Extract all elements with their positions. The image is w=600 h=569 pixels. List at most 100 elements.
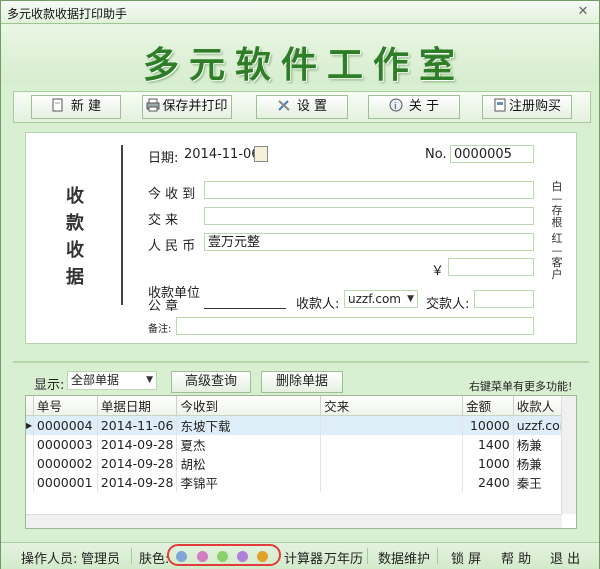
table-cell: 胡松 <box>176 454 322 473</box>
receipt-form: 收款收据 日期: 2014-11-06 No. 0000005 今 收 到 交 … <box>25 132 577 344</box>
table-cell: 0000004 <box>33 415 98 435</box>
table-row[interactable]: 0000002 2014-09-28 胡松 1000 杨兼 <box>26 454 576 473</box>
column-header[interactable]: 单号 <box>33 396 98 416</box>
receive-from-label: 今 收 到 <box>148 187 196 202</box>
horizontal-scrollbar[interactable] <box>26 514 562 528</box>
close-icon[interactable]: ✕ <box>573 3 593 20</box>
lock-screen-button[interactable]: 锁 屏 <box>451 548 481 567</box>
table-cell: 1000 <box>462 454 514 473</box>
status-bar: 操作人员: 管理员 肤色: 计算器 万年历 数据维护 锁 屏 帮 助 退 出 <box>1 542 599 569</box>
table-cell: 2014-09-28 <box>97 435 178 454</box>
toolbar: 新 建 保存并打印 设 置 i 关 于 注册购买 <box>13 91 591 123</box>
exit-button[interactable]: 退 出 <box>550 548 580 567</box>
no-label: No. <box>425 147 447 162</box>
window-title: 多元收款收据打印助手 <box>7 7 128 21</box>
advanced-query-button[interactable]: 高级查询 <box>171 371 251 393</box>
display-label: 显示: <box>34 378 65 393</box>
rmb-label: 人 民 币 <box>148 239 196 254</box>
settings-button[interactable]: 设 置 <box>256 95 348 119</box>
settings-label: 设 置 <box>296 99 328 114</box>
main-window: 多元收款收据打印助手 ✕ 多元软件工作室 新 建 保存并打印 设 置 i 关 于 … <box>0 0 600 569</box>
table-cell: 2400 <box>462 473 514 492</box>
printer-icon <box>146 98 160 112</box>
receipt-heading: 收款收据 <box>66 186 84 288</box>
table-cell: 0000003 <box>33 435 98 454</box>
divider <box>367 548 368 564</box>
rmb-uppercase-field[interactable]: 壹万元整 <box>204 233 534 251</box>
new-document-icon <box>51 98 65 112</box>
title-bar: 多元收款收据打印助手 ✕ <box>1 1 599 24</box>
calendar-icon[interactable] <box>254 146 268 162</box>
side-note-red: 红—客户 <box>551 232 563 281</box>
column-header[interactable]: 交来 <box>320 396 464 416</box>
chevron-down-icon: ▼ <box>407 294 414 304</box>
register-label: 注册购买 <box>508 99 561 114</box>
vertical-scrollbar[interactable] <box>561 396 576 514</box>
table-cell: 李锦平 <box>176 473 322 492</box>
svg-text:i: i <box>394 102 397 112</box>
table-row[interactable]: 0000001 2014-09-28 李锦平 2400 秦王 <box>26 473 576 492</box>
save-print-button[interactable]: 保存并打印 <box>142 95 232 119</box>
row-header <box>26 435 34 454</box>
yen-symbol: ￥ <box>431 264 445 279</box>
tools-icon <box>277 98 291 112</box>
delete-doc-button[interactable]: 删除单据 <box>261 371 343 393</box>
new-button[interactable]: 新 建 <box>31 95 121 119</box>
help-button[interactable]: 帮 助 <box>501 548 531 567</box>
table-cell: 2014-09-28 <box>97 454 178 473</box>
skin-color-swatch[interactable] <box>237 551 248 562</box>
side-note-white: 白—存根 <box>551 180 563 229</box>
date-label: 日期: <box>148 151 179 166</box>
seal-underline <box>204 308 286 309</box>
table-cell: 2014-11-06 <box>97 415 178 435</box>
payee-select[interactable]: uzzf.com ▼ <box>344 290 418 308</box>
data-maintain-button[interactable]: 数据维护 <box>378 548 430 567</box>
table-row[interactable]: 0000003 2014-09-28 夏杰 1400 杨兼 <box>26 435 576 454</box>
row-header-corner <box>26 396 34 416</box>
date-value[interactable]: 2014-11-06 <box>184 147 260 162</box>
payee-label: 收款人: <box>296 297 340 312</box>
skin-color-swatch[interactable] <box>176 551 187 562</box>
column-header[interactable]: 单据日期 <box>97 396 178 416</box>
table-cell: 东坡下载 <box>176 415 322 435</box>
right-click-hint: 右键菜单有更多功能! <box>469 380 573 393</box>
table-cell: 1400 <box>462 435 514 454</box>
about-button[interactable]: i关 于 <box>368 95 460 119</box>
payee-value: uzzf.com <box>348 292 401 306</box>
receive-from-field[interactable] <box>204 181 534 199</box>
register-button[interactable]: 注册购买 <box>482 95 572 119</box>
table-cell: 0000001 <box>33 473 98 492</box>
table-cell: 0000002 <box>33 454 98 473</box>
table-cell <box>320 415 464 435</box>
table-cell <box>320 473 464 492</box>
table-cell: 夏杰 <box>176 435 322 454</box>
display-filter-select[interactable]: 全部单据 ▼ <box>67 371 157 390</box>
amount-field[interactable] <box>448 258 534 276</box>
skin-color-swatch[interactable] <box>257 551 268 562</box>
calculator-button[interactable]: 计算器 <box>284 548 323 567</box>
payer-field[interactable] <box>474 290 534 308</box>
column-header[interactable]: 今收到 <box>176 396 322 416</box>
table-row[interactable]: ▶ 0000004 2014-11-06 东坡下载 10000 uzzf.com <box>26 415 576 435</box>
register-icon <box>493 98 507 112</box>
seal-label: 公 章 <box>148 299 179 314</box>
remark-field[interactable] <box>176 317 534 335</box>
table-cell: 10000 <box>462 415 514 435</box>
row-header <box>26 473 34 492</box>
operator-label: 操作人员: <box>21 552 78 567</box>
save-print-label: 保存并打印 <box>162 99 228 114</box>
calendar-button[interactable]: 万年历 <box>324 548 363 567</box>
skin-color-swatch[interactable] <box>217 551 228 562</box>
banner: 多元软件工作室 <box>1 24 599 86</box>
table-cell <box>320 454 464 473</box>
receipts-table: 单号 单据日期 今收到 交来 金额 收款人 ▶ 0000004 2014-11-… <box>25 395 577 529</box>
payer-label: 交款人: <box>426 297 470 312</box>
pay-for-label: 交 来 <box>148 213 179 228</box>
column-header[interactable]: 金额 <box>462 396 514 416</box>
chevron-down-icon: ▼ <box>146 375 153 385</box>
no-field[interactable]: 0000005 <box>450 145 534 163</box>
new-button-label: 新 建 <box>70 99 102 114</box>
display-filter-value: 全部单据 <box>71 373 120 387</box>
skin-color-swatch[interactable] <box>197 551 208 562</box>
pay-for-field[interactable] <box>204 207 534 225</box>
